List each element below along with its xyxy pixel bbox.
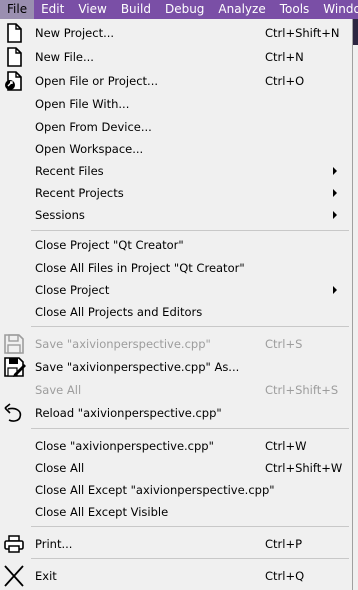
printer-icon	[2, 533, 26, 555]
menuitem-label: Open File or Project...	[35, 74, 159, 88]
menuitem-label: Close All Projects and Editors	[35, 305, 203, 319]
menu-edit[interactable]: Edit	[34, 0, 71, 19]
menuitem-label: Save "axivionperspective.cpp"	[35, 337, 211, 351]
menuitem-label: Reload "axivionperspective.cpp"	[35, 406, 222, 420]
menuitem-print[interactable]: Print... Ctrl+P	[0, 533, 352, 555]
menuitem-label: Close All Files in Project "Qt Creator"	[35, 261, 245, 275]
menuitem-reload[interactable]: Reload "axivionperspective.cpp"	[0, 402, 352, 424]
menuitem-close-all-except[interactable]: Close All Except "axivionperspective.cpp…	[0, 479, 352, 501]
menu-separator	[31, 230, 349, 231]
new-file-icon	[2, 46, 26, 68]
menuitem-label: Open From Device...	[35, 120, 152, 134]
menuitem-close-all-projects-and-editors[interactable]: Close All Projects and Editors	[0, 301, 352, 323]
menuitem-shortcut: Ctrl+Shift+N	[265, 26, 340, 40]
reload-icon	[2, 402, 26, 424]
menu-file[interactable]: File	[0, 0, 35, 19]
menuitem-shortcut: Ctrl+W	[265, 439, 307, 453]
menuitem-close-project-submenu[interactable]: Close Project	[0, 279, 352, 301]
submenu-arrow-icon	[333, 189, 337, 197]
menu-separator	[31, 558, 349, 559]
menu-window[interactable]: Window	[316, 0, 358, 19]
menuitem-shortcut: Ctrl+O	[265, 74, 305, 88]
submenu-arrow-icon	[333, 286, 337, 294]
menuitem-label: New File...	[35, 50, 94, 64]
menuitem-label: Exit	[35, 569, 57, 583]
menuitem-label: Close Project	[35, 283, 110, 297]
menuitem-new-file[interactable]: New File... Ctrl+N	[0, 46, 352, 68]
menu-bar: File Edit View Build Debug Analyze Tools…	[0, 0, 358, 19]
menuitem-shortcut: Ctrl+N	[265, 50, 304, 64]
menuitem-label: New Project...	[35, 26, 115, 40]
menuitem-close-all-except-visible[interactable]: Close All Except Visible	[0, 501, 352, 523]
menuitem-close-all-files-in-project[interactable]: Close All Files in Project "Qt Creator"	[0, 257, 352, 279]
menuitem-label: Open Workspace...	[35, 142, 144, 156]
menuitem-sessions[interactable]: Sessions	[0, 204, 352, 226]
new-document-icon	[2, 22, 26, 44]
menuitem-shortcut: Ctrl+P	[265, 537, 303, 551]
menu-separator	[31, 526, 349, 527]
exit-x-icon	[2, 565, 26, 587]
menuitem-label: Recent Files	[35, 164, 104, 178]
menu-build[interactable]: Build	[114, 0, 158, 19]
menu-tools[interactable]: Tools	[273, 0, 317, 19]
menuitem-label: Close Project "Qt Creator"	[35, 238, 184, 252]
menuitem-label: Print...	[35, 537, 73, 551]
menuitem-label: Close All Except Visible	[35, 505, 169, 519]
menuitem-close-file[interactable]: Close "axivionperspective.cpp" Ctrl+W	[0, 435, 352, 457]
menuitem-open-from-device[interactable]: Open From Device...	[0, 116, 352, 138]
save-icon	[2, 333, 26, 355]
submenu-arrow-icon	[333, 167, 337, 175]
menu-debug[interactable]: Debug	[158, 0, 211, 19]
menuitem-label: Sessions	[35, 208, 85, 222]
menuitem-shortcut: Ctrl+S	[265, 337, 303, 351]
menuitem-label: Open File With...	[35, 97, 130, 111]
menu-separator	[31, 428, 349, 429]
menuitem-label: Save "axivionperspective.cpp" As...	[35, 360, 240, 374]
menuitem-label: Save All	[35, 383, 82, 397]
menu-analyze[interactable]: Analyze	[211, 0, 272, 19]
menuitem-shortcut: Ctrl+Shift+W	[265, 461, 343, 475]
save-as-icon	[2, 356, 26, 378]
menuitem-close-all[interactable]: Close All Ctrl+Shift+W	[0, 457, 352, 479]
menuitem-recent-projects[interactable]: Recent Projects	[0, 182, 352, 204]
menuitem-save-as[interactable]: Save "axivionperspective.cpp" As...	[0, 356, 352, 378]
open-file-icon	[2, 70, 26, 92]
menu-separator	[31, 326, 349, 327]
menuitem-open-file-or-project[interactable]: Open File or Project... Ctrl+O	[0, 70, 352, 92]
menuitem-label: Close All	[35, 461, 85, 475]
menuitem-recent-files[interactable]: Recent Files	[0, 160, 352, 182]
menuitem-label: Recent Projects	[35, 186, 124, 200]
menuitem-save-all[interactable]: Save All Ctrl+Shift+S	[0, 379, 352, 401]
menuitem-open-file-with[interactable]: Open File With...	[0, 93, 352, 115]
menuitem-exit[interactable]: Exit Ctrl+Q	[0, 565, 352, 587]
submenu-arrow-icon	[333, 211, 337, 219]
menuitem-close-project[interactable]: Close Project "Qt Creator"	[0, 234, 352, 256]
menuitem-shortcut: Ctrl+Q	[265, 569, 305, 583]
menuitem-open-workspace[interactable]: Open Workspace...	[0, 138, 352, 160]
menuitem-label: Close "axivionperspective.cpp"	[35, 439, 214, 453]
menuitem-save[interactable]: Save "axivionperspective.cpp" Ctrl+S	[0, 333, 352, 355]
menu-view[interactable]: View	[71, 0, 113, 19]
file-menu-dropdown: New Project... Ctrl+Shift+N New File... …	[0, 19, 353, 590]
menuitem-label: Close All Except "axivionperspective.cpp…	[35, 483, 275, 497]
menuitem-new-project[interactable]: New Project... Ctrl+Shift+N	[0, 22, 352, 44]
menuitem-shortcut: Ctrl+Shift+S	[265, 383, 339, 397]
